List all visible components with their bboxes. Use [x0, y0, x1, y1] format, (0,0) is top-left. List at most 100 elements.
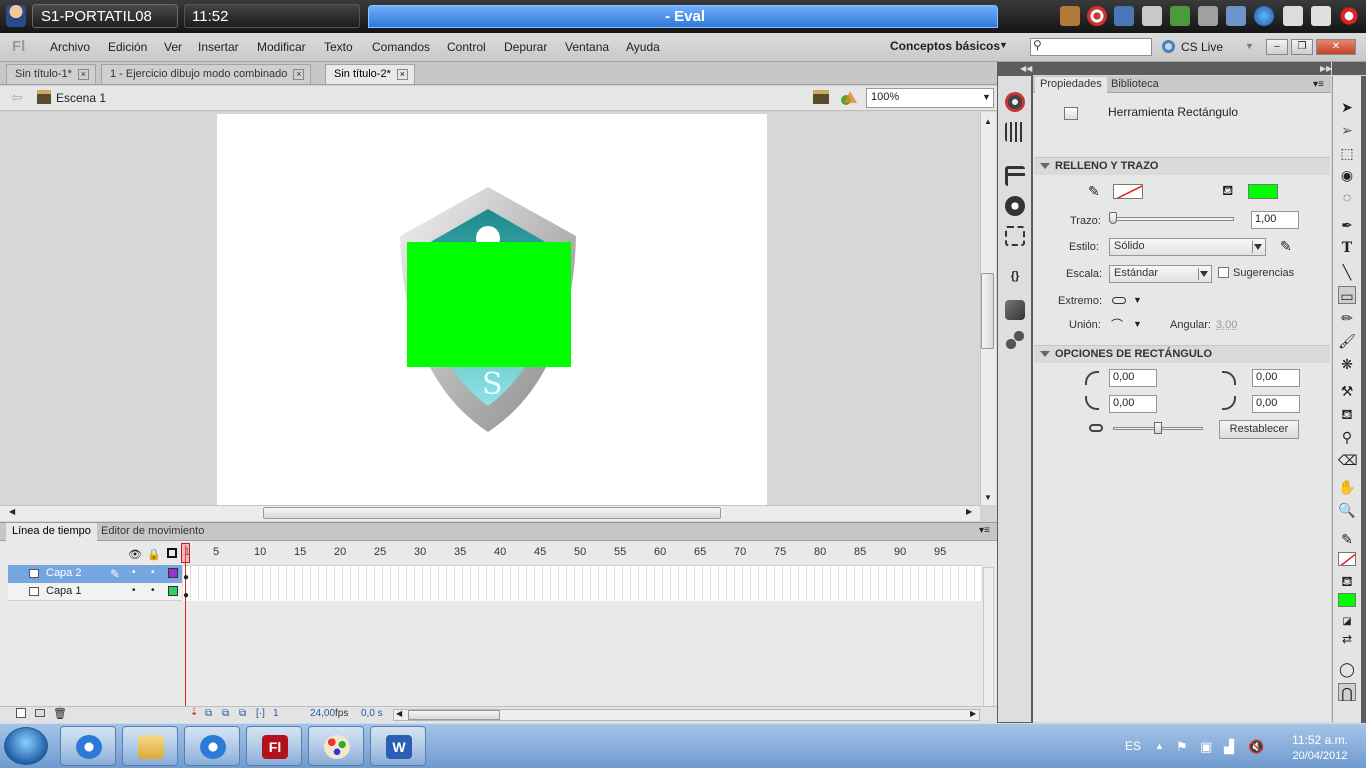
scroll-down-icon[interactable]: ▼ [984, 493, 992, 502]
menu-texto[interactable]: Texto [324, 40, 353, 54]
corner-bottom-right-input[interactable]: 0,00 [1252, 395, 1300, 413]
layer-color-swatch[interactable] [168, 586, 178, 596]
user-icon[interactable] [6, 5, 26, 27]
tab-ejercicio-dibujo[interactable]: 1 - Ejercicio dibujo modo combinado × [101, 64, 312, 84]
minimize-button[interactable]: – [1266, 39, 1288, 55]
scroll-right-icon[interactable]: ▶ [970, 709, 976, 718]
toolbox-icon[interactable] [1060, 6, 1080, 26]
menu-ayuda[interactable]: Ayuda [626, 40, 660, 54]
corner-radius-slider-knob[interactable] [1154, 422, 1162, 434]
menu-modificar[interactable]: Modificar [257, 40, 306, 54]
printer-icon[interactable] [1142, 6, 1162, 26]
scroll-left-icon[interactable]: ◀ [9, 507, 15, 516]
lock-dot[interactable]: • [151, 567, 155, 578]
selection-tool-icon[interactable]: ➤ [1338, 98, 1356, 116]
zoom-tool-icon[interactable]: 🔍 [1338, 501, 1356, 519]
menu-comandos[interactable]: Comandos [372, 40, 430, 54]
edit-stroke-style-icon[interactable]: ✎ [1280, 238, 1292, 255]
panel-menu-icon[interactable]: ▾≡ [979, 525, 990, 536]
restore-button[interactable]: ❐ [1291, 39, 1313, 55]
corner-bottom-left-input[interactable]: 0,00 [1109, 395, 1157, 413]
globe-icon[interactable] [1254, 6, 1274, 26]
cap-round-icon[interactable] [1112, 297, 1126, 304]
trash-icon[interactable]: 🗑 [53, 707, 67, 720]
chevron-down-icon[interactable]: ▼ [999, 40, 1008, 50]
properties-collapse-bar[interactable] [1033, 62, 1331, 75]
tab-sin-titulo-2[interactable]: Sin título-2* × [325, 64, 415, 84]
cs-live-chevron-icon[interactable]: ▼ [1245, 41, 1254, 51]
taskbar-explorer-button[interactable] [122, 726, 178, 766]
window-icon[interactable] [1226, 6, 1246, 26]
join-round-icon[interactable]: ⌒ [1111, 316, 1123, 333]
zoom-select[interactable]: 100% [866, 88, 994, 108]
deco-tool-icon[interactable]: ❋ [1338, 355, 1356, 373]
corner-top-left-input[interactable]: 0,00 [1109, 369, 1157, 387]
tab-editor-de-movimiento[interactable]: Editor de movimiento [95, 523, 210, 541]
tab-linea-de-tiempo[interactable]: Línea de tiempo [6, 523, 97, 541]
swap-colors-icon[interactable]: ⇄ [1338, 630, 1356, 648]
collapse-arrows-icon[interactable]: ◀◀ [1020, 64, 1032, 73]
chevron-down-icon[interactable]: ▼ [982, 92, 991, 102]
edit-scene-icon[interactable] [813, 90, 829, 104]
swatches-icon[interactable] [1005, 122, 1025, 142]
tray-clock-date[interactable]: 20/04/2012 [1277, 750, 1363, 762]
collapse-triangle-icon[interactable] [1040, 163, 1050, 169]
taskbar-flash-button[interactable]: Fl [246, 726, 302, 766]
hand-tool-icon[interactable]: ✋ [1338, 478, 1356, 496]
transform-icon[interactable] [1005, 226, 1025, 246]
miter-value[interactable]: 3,00 [1216, 319, 1237, 331]
close-button[interactable]: ✕ [1316, 39, 1356, 55]
menu-control[interactable]: Control [447, 40, 486, 54]
input-language[interactable]: ES [1125, 739, 1141, 753]
show-hidden-icons-icon[interactable]: ▲ [1155, 741, 1164, 751]
visibility-dot[interactable]: • [132, 585, 136, 596]
volume-muted-icon[interactable]: 🔇 [1248, 739, 1264, 755]
menu-edicion[interactable]: Edición [108, 40, 147, 54]
onion-outline-icon[interactable]: ⧉ [222, 708, 229, 719]
stage-horizontal-scroll-thumb[interactable] [263, 507, 721, 519]
frame-rate[interactable]: 24,00 [310, 708, 335, 719]
layer-row-capa-2[interactable]: Capa 2 ✎ • • [8, 565, 182, 583]
frame-grid[interactable] [182, 565, 981, 601]
close-icon[interactable]: × [396, 69, 408, 80]
fill-color-swatch[interactable] [1248, 184, 1278, 199]
start-button[interactable] [4, 727, 48, 765]
layer-color-swatch[interactable] [168, 568, 178, 578]
tab-sin-titulo-1[interactable]: Sin título-1* × [6, 64, 96, 84]
keyframe-dot[interactable]: ● [183, 590, 189, 601]
flag-icon[interactable]: ⚑ [1176, 739, 1188, 755]
edit-symbols-icon[interactable] [840, 89, 858, 107]
corner-top-right-input[interactable]: 0,00 [1252, 369, 1300, 387]
rectangle-tool-icon[interactable]: ▭ [1338, 286, 1356, 304]
section-relleno-y-trazo[interactable]: RELLENO Y TRAZO [1034, 157, 1330, 175]
network-signal-icon[interactable]: ▟ [1224, 739, 1234, 755]
visibility-dot[interactable]: • [132, 567, 136, 578]
motion-presets-icon[interactable] [1005, 330, 1025, 350]
eraser-tool-icon[interactable]: ⌫ [1338, 451, 1358, 469]
taskbar-ie-button[interactable] [60, 726, 116, 766]
new-layer-icon[interactable] [16, 708, 26, 718]
chevron-down-icon[interactable]: ▼ [1133, 295, 1142, 305]
menu-archivo[interactable]: Archivo [50, 40, 90, 54]
paint-bucket-tool-icon[interactable]: ⛾ [1338, 405, 1356, 423]
object-drawing-icon[interactable]: ◯ [1338, 660, 1356, 678]
subselection-tool-icon[interactable]: ➢ [1338, 121, 1356, 139]
timeline-vertical-scrollbar[interactable] [983, 567, 994, 707]
hints-checkbox[interactable] [1218, 267, 1229, 278]
menu-insertar[interactable]: Insertar [198, 40, 239, 54]
help-search-input[interactable] [1030, 38, 1152, 56]
users-icon[interactable] [1170, 6, 1190, 26]
back-arrow-icon[interactable]: ⇦ [11, 89, 23, 106]
menu-ventana[interactable]: Ventana [565, 40, 609, 54]
taskbar-word-button[interactable]: W [370, 726, 426, 766]
tab-biblioteca[interactable]: Biblioteca [1106, 77, 1164, 93]
info-icon[interactable] [1005, 196, 1025, 216]
pen-tool-icon[interactable]: ✒ [1338, 216, 1356, 234]
playhead-line[interactable] [185, 545, 186, 707]
stroke-slider-knob[interactable] [1109, 212, 1117, 224]
panel-menu-icon[interactable]: ▾≡ [1313, 79, 1324, 90]
line-tool-icon[interactable]: ╲ [1338, 263, 1356, 281]
link-icon[interactable] [1089, 424, 1103, 432]
expand-arrows-icon[interactable]: ▶▶ [1320, 64, 1332, 73]
eye-icon[interactable]: 👁 [128, 548, 142, 561]
